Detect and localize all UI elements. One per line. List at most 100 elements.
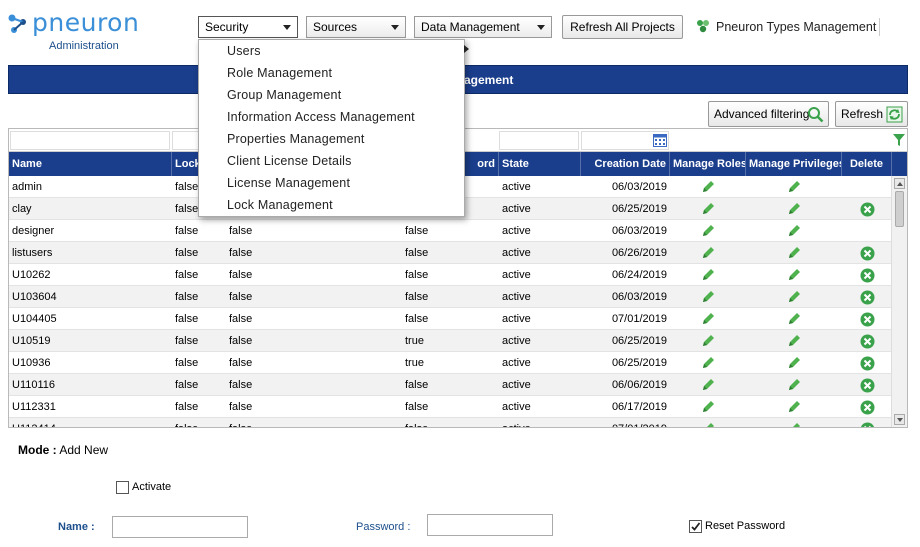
- cell-password: false: [405, 313, 429, 325]
- table-row[interactable]: U10519 false false true active 06/25/2019: [9, 330, 892, 352]
- manage-privileges-cell: [746, 220, 842, 242]
- edit-icon[interactable]: [786, 399, 802, 415]
- edit-icon[interactable]: [786, 201, 802, 217]
- edit-icon[interactable]: [786, 179, 802, 195]
- edit-icon[interactable]: [700, 311, 716, 327]
- scroll-thumb[interactable]: [895, 191, 904, 227]
- manage-privileges-cell: [746, 264, 842, 286]
- refresh-all-projects-button[interactable]: Refresh All Projects: [562, 15, 683, 39]
- cell-creation-date: 07/01/2019: [611, 313, 667, 325]
- col-manage-roles[interactable]: Manage Roles: [670, 152, 746, 176]
- edit-icon[interactable]: [700, 333, 716, 349]
- manage-privileges-cell: [746, 198, 842, 220]
- activate-checkbox[interactable]: [116, 481, 129, 494]
- menu-item-role-management[interactable]: Role Management: [227, 66, 457, 84]
- cell-name: U10936: [12, 357, 51, 369]
- edit-icon[interactable]: [786, 311, 802, 327]
- cell-col2: false: [229, 247, 253, 259]
- manage-roles-cell: [670, 264, 746, 286]
- delete-icon[interactable]: [860, 268, 875, 283]
- edit-icon[interactable]: [700, 223, 716, 239]
- cell-locked: false: [175, 291, 199, 303]
- menu-item-properties-management[interactable]: Properties Management: [227, 132, 457, 150]
- delete-icon[interactable]: [860, 356, 875, 371]
- edit-icon[interactable]: [786, 377, 802, 393]
- delete-icon[interactable]: [860, 422, 875, 427]
- menu-item-users[interactable]: Users: [227, 44, 457, 62]
- cell-state: active: [502, 269, 531, 281]
- edit-icon[interactable]: [786, 355, 802, 371]
- cell-col2: false: [229, 291, 253, 303]
- edit-icon[interactable]: [700, 179, 716, 195]
- pneuron-logo-icon: [8, 14, 26, 33]
- cell-password: false: [405, 225, 429, 237]
- table-row[interactable]: U112414falsefalsefalseactive07/01/2019: [9, 418, 892, 427]
- delete-icon[interactable]: [860, 290, 875, 305]
- col-state[interactable]: State: [499, 152, 581, 176]
- edit-icon[interactable]: [700, 201, 716, 217]
- table-row[interactable]: U110116 false false false active 06/06/2019: [9, 374, 892, 396]
- cell-col2: false: [226, 418, 396, 427]
- table-row[interactable]: designer false false false active 06/03/2019: [9, 220, 892, 242]
- delete-cell: [842, 352, 892, 374]
- filter-name[interactable]: [10, 131, 170, 150]
- cell-state: active: [502, 247, 531, 259]
- col-delete[interactable]: Delete: [842, 152, 892, 176]
- edit-icon[interactable]: [700, 267, 716, 283]
- filter-state[interactable]: [499, 131, 579, 150]
- edit-icon[interactable]: [786, 223, 802, 239]
- menu-item-information-access-management[interactable]: Information Access Management: [227, 110, 457, 128]
- cell-creation-date: 06/25/2019: [611, 335, 667, 347]
- table-row[interactable]: U104405 false false false active 07/01/2019: [9, 308, 892, 330]
- col-name[interactable]: Name: [9, 152, 172, 176]
- password-field[interactable]: [427, 514, 553, 536]
- manage-roles-cell: [670, 352, 746, 374]
- advanced-filtering-button[interactable]: Advanced filtering: [708, 101, 829, 127]
- scroll-up-button[interactable]: [894, 178, 905, 189]
- delete-icon[interactable]: [860, 246, 875, 261]
- delete-icon[interactable]: [860, 334, 875, 349]
- edit-icon[interactable]: [700, 355, 716, 371]
- refresh-icon: [886, 106, 903, 123]
- col-manage-privileges[interactable]: Manage Privileges: [746, 152, 842, 176]
- delete-icon[interactable]: [860, 202, 875, 217]
- pneuron-types-management-link[interactable]: Pneuron Types Management: [695, 19, 876, 34]
- data-management-dropdown[interactable]: Data Management: [414, 16, 552, 38]
- table-row[interactable]: U112331 false false false active 06/17/2019: [9, 396, 892, 418]
- edit-icon[interactable]: [700, 245, 716, 261]
- table-row[interactable]: U10262 false false false active 06/24/2019: [9, 264, 892, 286]
- edit-icon[interactable]: [786, 267, 802, 283]
- checkmark-icon: [691, 522, 701, 531]
- name-field[interactable]: [112, 516, 248, 538]
- nav-divider: [879, 18, 880, 36]
- grid-scrollbar[interactable]: [891, 176, 907, 427]
- refresh-button[interactable]: Refresh: [835, 101, 908, 127]
- menu-item-client-license-details[interactable]: Client License Details: [227, 154, 457, 172]
- scroll-down-button[interactable]: [894, 414, 905, 425]
- edit-icon[interactable]: [786, 289, 802, 305]
- menu-item-lock-management[interactable]: Lock Management: [227, 198, 457, 216]
- edit-icon[interactable]: [786, 333, 802, 349]
- col-creation-date[interactable]: Creation Date: [581, 152, 670, 176]
- edit-icon[interactable]: [700, 289, 716, 305]
- table-row[interactable]: U10936 false false true active 06/25/2019: [9, 352, 892, 374]
- manage-roles-cell: [670, 242, 746, 264]
- calendar-icon[interactable]: [653, 133, 667, 147]
- delete-icon[interactable]: [860, 378, 875, 393]
- edit-icon[interactable]: [700, 399, 716, 415]
- table-row[interactable]: listusers false false false active 06/26/2019: [9, 242, 892, 264]
- delete-icon[interactable]: [860, 312, 875, 327]
- edit-icon[interactable]: [786, 421, 802, 427]
- menu-item-license-management[interactable]: License Management: [227, 176, 457, 194]
- reset-password-checkbox[interactable]: [689, 520, 702, 533]
- menu-item-group-management[interactable]: Group Management: [227, 88, 457, 106]
- delete-icon[interactable]: [860, 400, 875, 415]
- edit-icon[interactable]: [700, 421, 716, 427]
- clear-filter-icon[interactable]: [892, 133, 906, 147]
- password-label: Password :: [356, 521, 411, 533]
- sources-dropdown[interactable]: Sources: [306, 16, 406, 38]
- edit-icon[interactable]: [700, 377, 716, 393]
- security-dropdown[interactable]: Security: [198, 16, 298, 38]
- edit-icon[interactable]: [786, 245, 802, 261]
- table-row[interactable]: U103604 false false false active 06/03/2019: [9, 286, 892, 308]
